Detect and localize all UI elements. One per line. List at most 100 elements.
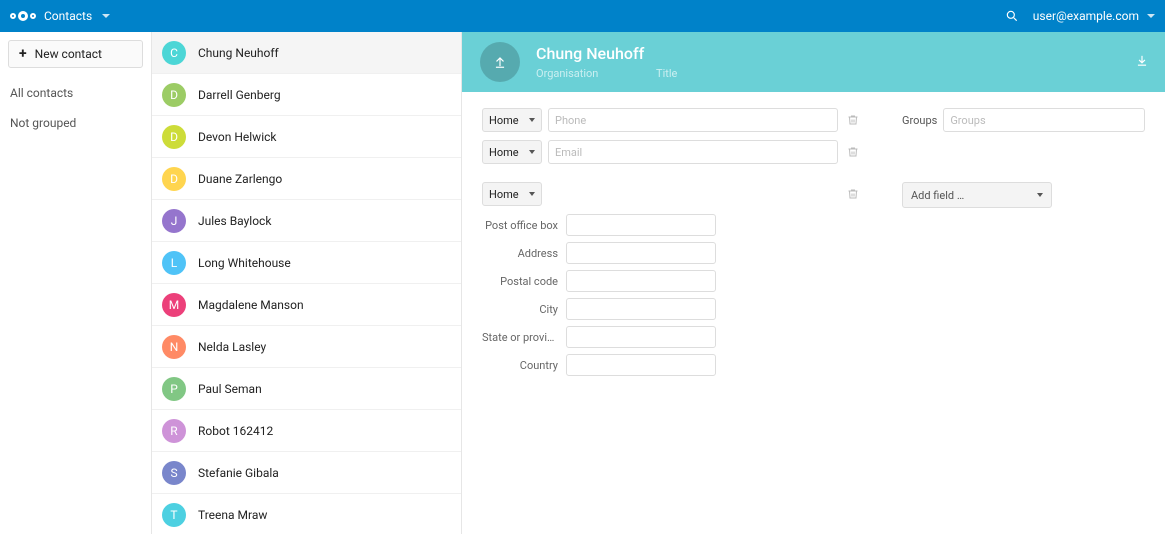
avatar: C — [162, 41, 186, 65]
contact-list: CChung NeuhoffDDarrell GenbergDDevon Hel… — [152, 32, 462, 534]
contact-name: Devon Helwick — [198, 130, 276, 144]
address-head: Home — [482, 182, 862, 206]
contact-name: Duane Zarlengo — [198, 172, 282, 186]
address-field-row: City — [482, 298, 862, 320]
topbar: Contacts user@example.com — [0, 0, 1165, 32]
email-type-select[interactable]: Home — [482, 140, 542, 164]
contact-name: Long Whitehouse — [198, 256, 291, 270]
contact-list-item[interactable]: J Jules Baylock — [152, 200, 461, 242]
contact-list-item[interactable]: D Devon Helwick — [152, 116, 461, 158]
topbar-right: user@example.com — [1005, 9, 1155, 23]
add-field-row: Add field … — [902, 182, 1145, 208]
address-field-row: Address — [482, 242, 862, 264]
detail-right-column: Groups Add field … — [902, 108, 1145, 518]
user-menu-caret-icon — [1147, 14, 1155, 18]
contact-name: Stefanie Gibala — [198, 466, 279, 480]
email-property-row: Home — [482, 140, 862, 164]
avatar-upload-button[interactable] — [480, 42, 520, 82]
contact-list-item[interactable]: D Duane Zarlengo — [152, 158, 461, 200]
address-field-row: Postal code — [482, 270, 862, 292]
new-contact-label: New contact — [35, 47, 102, 61]
chevron-down-icon — [529, 150, 535, 154]
contact-list-item[interactable]: CChung Neuhoff — [152, 32, 461, 74]
user-menu[interactable]: user@example.com — [1033, 9, 1155, 23]
avatar: L — [162, 251, 186, 275]
topbar-left: Contacts — [10, 9, 110, 23]
sidebar-link-all-contacts[interactable]: All contacts — [0, 78, 151, 108]
contact-list-item[interactable]: M Magdalene Manson — [152, 284, 461, 326]
contact-list-item[interactable]: T Treena Mraw — [152, 494, 461, 534]
address-field-label: Address — [482, 247, 558, 260]
contact-name: Jules Baylock — [198, 214, 271, 228]
contact-list-item[interactable]: S Stefanie Gibala — [152, 452, 461, 494]
address-field-row: Post office box — [482, 214, 862, 236]
address-field-label: Post office box — [482, 219, 558, 232]
app-menu-caret-icon[interactable] — [102, 14, 110, 18]
contact-name: Nelda Lasley — [198, 340, 266, 354]
download-icon[interactable] — [1135, 54, 1149, 71]
contact-list-item[interactable]: R Robot 162412 — [152, 410, 461, 452]
contact-detail: Home Home — [462, 32, 1165, 534]
sidebar-link-not-grouped[interactable]: Not grouped — [0, 108, 151, 138]
delete-email-icon[interactable] — [844, 146, 862, 158]
avatar: S — [162, 461, 186, 485]
organisation-input[interactable] — [534, 66, 624, 81]
avatar: P — [162, 377, 186, 401]
groups-input[interactable] — [943, 108, 1145, 132]
phone-property-row: Home — [482, 108, 862, 132]
avatar: M — [162, 293, 186, 317]
address-field-label: Country — [482, 359, 558, 372]
contact-list-item[interactable]: L Long Whitehouse — [152, 242, 461, 284]
avatar: D — [162, 167, 186, 191]
nextcloud-logo-icon[interactable] — [10, 11, 36, 21]
contact-name: Darrell Genberg — [198, 88, 281, 102]
add-field-select[interactable]: Add field … — [902, 182, 1052, 208]
address-field-input[interactable] — [566, 242, 716, 264]
address-field-row: State or provin… — [482, 326, 862, 348]
contact-name: Paul Seman — [198, 382, 262, 396]
address-field-input[interactable] — [566, 270, 716, 292]
email-type-value: Home — [489, 146, 519, 159]
address-block: Home Post office box Address Postal code Ci… — [482, 182, 862, 376]
title-input[interactable] — [654, 66, 744, 81]
address-field-input[interactable] — [566, 354, 716, 376]
avatar: R — [162, 419, 186, 443]
detail-header-texts — [534, 43, 794, 81]
chevron-down-icon — [529, 192, 535, 196]
search-icon[interactable] — [1005, 9, 1019, 23]
avatar: J — [162, 209, 186, 233]
detail-body: Home Home — [462, 92, 1165, 534]
address-type-select[interactable]: Home — [482, 182, 542, 206]
delete-phone-icon[interactable] — [844, 114, 862, 126]
contact-name: Robot 162412 — [198, 424, 273, 438]
groups-label: Groups — [902, 114, 937, 127]
contact-list-item[interactable]: DDarrell Genberg — [152, 74, 461, 116]
avatar: N — [162, 335, 186, 359]
chevron-down-icon — [529, 118, 535, 122]
avatar: D — [162, 125, 186, 149]
email-input[interactable] — [548, 140, 838, 164]
contact-name-input[interactable] — [534, 43, 794, 64]
groups-row: Groups — [902, 108, 1145, 132]
address-field-input[interactable] — [566, 298, 716, 320]
phone-type-select[interactable]: Home — [482, 108, 542, 132]
contact-name: Magdalene Manson — [198, 298, 304, 312]
detail-header — [462, 32, 1165, 92]
user-label: user@example.com — [1033, 9, 1139, 23]
contact-name: Treena Mraw — [198, 508, 267, 522]
app-name[interactable]: Contacts — [44, 9, 92, 23]
contact-list-item[interactable]: N Nelda Lasley — [152, 326, 461, 368]
new-contact-button[interactable]: + New contact — [8, 40, 143, 68]
add-field-label: Add field … — [911, 189, 964, 202]
phone-input[interactable] — [548, 108, 838, 132]
delete-address-icon[interactable] — [844, 188, 862, 200]
address-field-label: State or provin… — [482, 331, 558, 344]
contact-list-item[interactable]: P Paul Seman — [152, 368, 461, 410]
address-field-label: Postal code — [482, 275, 558, 288]
address-field-input[interactable] — [566, 214, 716, 236]
sidebar: + New contact All contacts Not grouped — [0, 32, 152, 534]
phone-type-value: Home — [489, 114, 519, 127]
plus-icon: + — [19, 47, 27, 61]
avatar: T — [162, 503, 186, 527]
address-field-input[interactable] — [566, 326, 716, 348]
